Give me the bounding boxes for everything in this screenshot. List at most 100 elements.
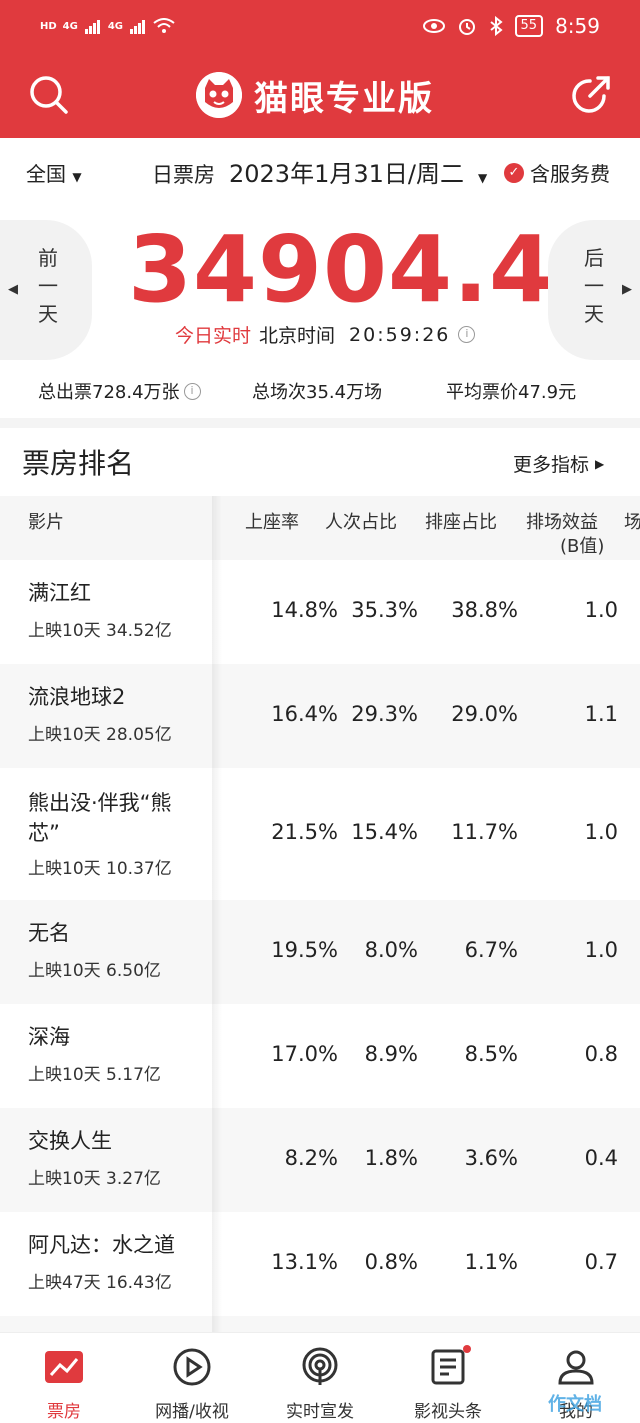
film-release-info: 上映10天 3.27亿: [28, 1169, 161, 1189]
cell-screening-share: 38.8%: [451, 598, 518, 622]
broadcast-icon: [302, 1347, 338, 1385]
cell-occupancy: 8.2%: [284, 1146, 338, 1170]
table-row[interactable]: 流浪地球2 上映10天 28.05亿 16.4% 29.3% 29.0% 1.1: [0, 664, 640, 768]
region-selector[interactable]: 全国 ▼: [26, 158, 82, 187]
tab-streaming[interactable]: 网播/收视: [128, 1333, 256, 1423]
prev-day-button[interactable]: ◀ 前 一 天: [0, 220, 92, 360]
more-metrics-button[interactable]: 更多指标 ▶: [513, 450, 604, 477]
film-name: 无名: [28, 921, 70, 945]
caret-down-icon: ▼: [72, 170, 82, 184]
date-value: 2023年1月31日/周二: [229, 160, 464, 188]
tab-realtime-promo[interactable]: 实时宣发: [256, 1333, 384, 1423]
service-fee-toggle[interactable]: ✓ 含服务费: [504, 158, 610, 187]
avg-price: 平均票价47.9元: [446, 382, 577, 403]
info-icon[interactable]: i: [458, 326, 476, 343]
film-release-info: 上映10天 28.05亿: [28, 725, 172, 745]
cell-screening-share: 29.0%: [451, 702, 518, 726]
cell-occupancy: 14.8%: [271, 598, 338, 622]
col-efficiency[interactable]: 排场效益: [526, 508, 598, 534]
cell-occupancy: 13.1%: [271, 1250, 338, 1274]
next-day-button[interactable]: 后 一 天 ▶: [548, 220, 640, 360]
signal-bars-icon-2: [130, 20, 146, 34]
bottom-tab-bar: 票房 网播/收视 实时宣发 影视头条 我的: [0, 1332, 640, 1422]
col-screening-share[interactable]: 排座占比: [425, 508, 497, 534]
network-label-2: 4G: [107, 20, 124, 32]
film-name: 深海: [28, 1025, 70, 1049]
tab-news[interactable]: 影视头条: [384, 1333, 512, 1423]
info-icon[interactable]: i: [183, 382, 201, 400]
realtime-clock: 今日实时 北京时间 20:59:26 i: [175, 321, 476, 348]
live-label: 今日实时: [175, 325, 252, 347]
col-occupancy[interactable]: 上座率: [245, 508, 299, 534]
cell-efficiency: 0.7: [584, 1250, 618, 1274]
cell-efficiency: 1.0: [584, 598, 618, 622]
top-bar: HD 4G 4G 55 8:59 猫眼专业版: [0, 0, 640, 138]
prev-day-label: 前 一 天: [38, 246, 58, 326]
signal-icon: HD: [40, 20, 57, 32]
film-release-info: 上映10天 34.52亿: [28, 621, 172, 641]
news-icon: [431, 1349, 465, 1385]
cell-attendance-share: 0.8%: [364, 1250, 418, 1274]
tab-label: 票房: [47, 1402, 81, 1422]
wifi-icon: [153, 18, 175, 33]
date-selector[interactable]: 日票房 2023年1月31日/周二 ▼: [152, 154, 487, 189]
film-name: 交换人生: [28, 1129, 112, 1153]
film-name: 流浪地球2: [28, 685, 126, 709]
notification-dot: [463, 1345, 471, 1353]
col-efficiency-sub: (B值): [560, 536, 605, 557]
summary-stats: 总出票728.4万张 i 总场次35.4万场 平均票价47.9元: [0, 368, 640, 414]
table-row[interactable]: 熊出没·伴我“熊芯” 上映10天 10.37亿 21.5% 15.4% 11.7% 1.0: [0, 768, 640, 900]
total-shows: 总场次35.4万场: [252, 382, 383, 403]
cell-occupancy: 16.4%: [271, 702, 338, 726]
share-icon[interactable]: [570, 74, 612, 116]
alarm-icon: [458, 19, 475, 35]
table-row[interactable]: 阿凡达：水之道 上映47天 16.43亿 13.1% 0.8% 1.1% 0.7: [0, 1212, 640, 1316]
next-day-label: 后 一 天: [584, 246, 604, 326]
cell-attendance-share: 1.8%: [364, 1146, 418, 1170]
col-extra[interactable]: 场: [624, 508, 640, 534]
cell-attendance-share: 15.4%: [351, 820, 418, 844]
cell-efficiency: 0.8: [584, 1042, 618, 1066]
brand-logo: 猫眼专业版: [196, 70, 434, 120]
cell-screening-share: 6.7%: [464, 938, 518, 962]
total-tickets: 总出票728.4万张 i: [38, 378, 201, 404]
box-office-hero: ◀ 前 一 天 34904.45 万 今日实时 北京时间 20:59:26 i …: [0, 208, 640, 368]
table-row[interactable]: 交换人生上映10天 3.27亿 8.2% 1.8% 3.6% 0.4: [0, 1108, 640, 1212]
col-film: 影片: [28, 512, 64, 533]
frozen-column-shadow: [212, 496, 222, 1332]
cell-efficiency: 0.4: [584, 1146, 618, 1170]
network-label-1: 4G: [62, 20, 78, 32]
timezone-label: 北京时间: [259, 325, 336, 347]
cell-efficiency: 1.0: [584, 820, 618, 844]
service-fee-label: 含服务费: [530, 162, 610, 186]
play-icon: [173, 1348, 211, 1386]
eye-icon: [422, 19, 445, 33]
cell-occupancy: 21.5%: [271, 820, 338, 844]
cell-attendance-share: 8.9%: [364, 1042, 418, 1066]
signal-indicators: HD 4G 4G: [40, 18, 175, 34]
film-name: 满江红: [28, 581, 91, 605]
box-office-value: 34904.45: [128, 216, 620, 323]
table-row[interactable]: 满江红 上映10天 34.52亿 14.8% 35.3% 38.8% 1.0: [0, 560, 640, 664]
cell-efficiency: 1.1: [584, 702, 618, 726]
app-header: 猫眼专业版: [0, 62, 640, 138]
cell-occupancy: 17.0%: [271, 1042, 338, 1066]
arrow-right-icon: ▶: [622, 282, 632, 297]
table-row[interactable]: 无名 上映10天 6.50亿 19.5% 8.0% 6.7% 1.0: [0, 900, 640, 1004]
cell-screening-share: 3.6%: [464, 1146, 518, 1170]
cell-efficiency: 1.0: [584, 938, 618, 962]
tab-box-office[interactable]: 票房: [0, 1333, 128, 1423]
film-name: 阿凡达：水之道: [28, 1233, 175, 1257]
battery-indicator: 55: [514, 15, 544, 37]
system-indicators: 55 8:59: [422, 14, 600, 38]
film-release-info: 上映10天 6.50亿: [28, 961, 161, 981]
chart-icon: [45, 1351, 83, 1383]
col-attendance-share[interactable]: 人次占比: [325, 508, 397, 534]
search-icon[interactable]: [28, 74, 70, 116]
table-row[interactable]: 深海 上映10天 5.17亿 17.0% 8.9% 8.5% 0.8: [0, 1004, 640, 1108]
caret-right-icon: ▶: [595, 456, 605, 471]
tab-label: 影视头条: [414, 1402, 482, 1422]
filter-bar: 全国 ▼ 日票房 2023年1月31日/周二 ▼ ✓ 含服务费: [0, 138, 640, 208]
film-release-info: 上映47天 16.43亿: [28, 1273, 172, 1293]
cell-screening-share: 11.7%: [451, 820, 518, 844]
